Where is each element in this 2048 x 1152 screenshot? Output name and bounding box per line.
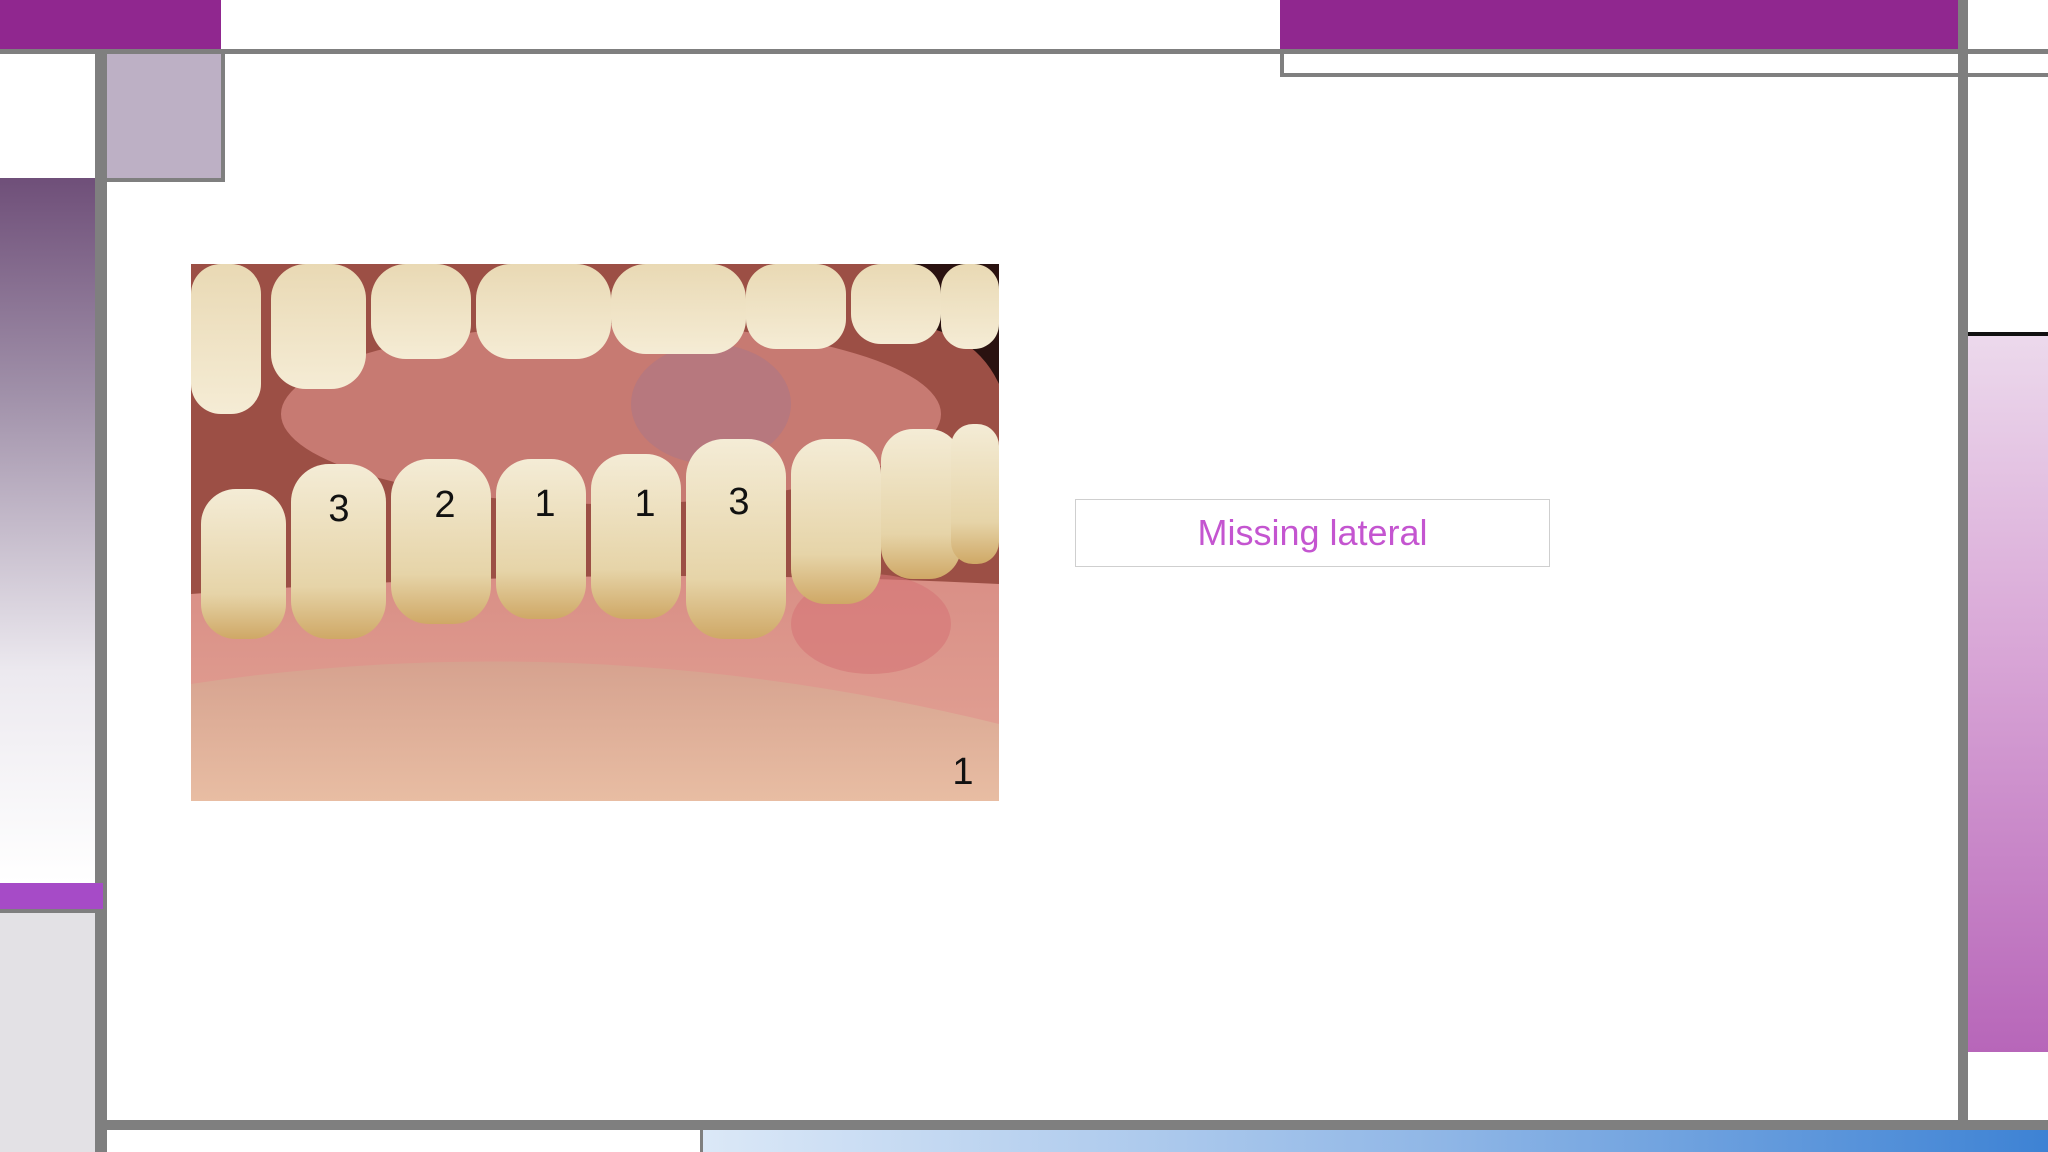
dental-photo: 3 2 1 1 3 1 <box>191 264 999 801</box>
tooth-label-3-right: 3 <box>728 481 749 523</box>
tooth-label-1-right: 1 <box>634 483 655 525</box>
caption-box: Missing lateral <box>1075 499 1550 567</box>
bottom-gradient-bar <box>700 1130 2048 1152</box>
right-frame-line <box>1958 0 1968 1125</box>
bottom-frame-line <box>107 1120 2048 1130</box>
figure-number: 1 <box>952 751 973 793</box>
right-gradient-panel <box>1968 332 2048 1052</box>
left-gradient-panel <box>0 178 95 883</box>
caption-text: Missing lateral <box>1197 512 1428 553</box>
left-frame-line <box>95 49 107 1152</box>
top-left-accent-bar <box>0 0 221 50</box>
left-bottom-panel <box>0 913 95 1152</box>
top-left-square <box>107 54 225 182</box>
top-frame-line <box>0 49 2048 54</box>
top-right-accent-bar <box>1280 0 1960 50</box>
tooth-label-3-left: 3 <box>328 488 349 530</box>
left-accent-stripe <box>0 883 103 913</box>
top-right-frame-line <box>1280 73 2048 77</box>
tooth-label-2: 2 <box>434 484 455 526</box>
tooth-label-1-left: 1 <box>534 483 555 525</box>
top-right-frame-cap <box>1280 49 1284 77</box>
